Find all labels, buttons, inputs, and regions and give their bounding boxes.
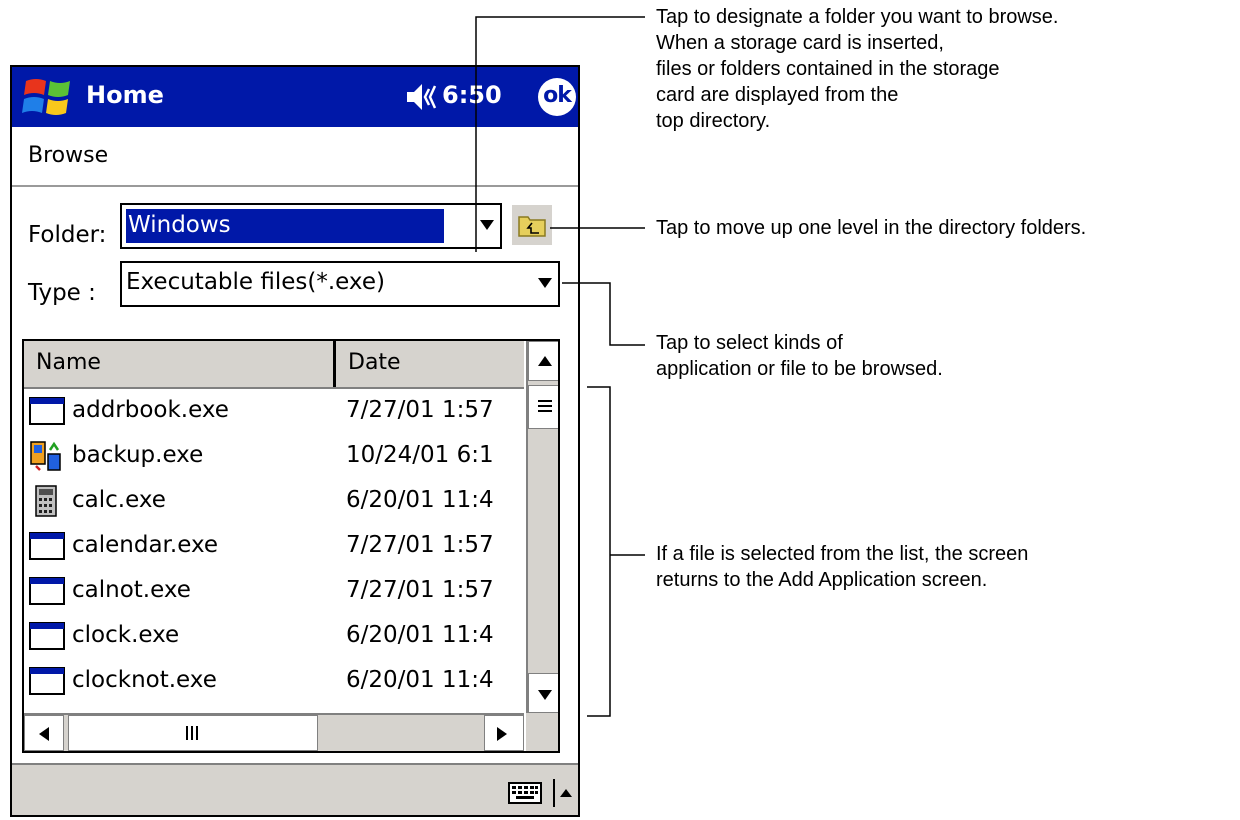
up-folder-button[interactable] [512, 205, 552, 245]
callout-folder: Tap to designate a folder you want to br… [656, 4, 1058, 134]
callout-up-folder: Tap to move up one level in the director… [656, 215, 1086, 241]
scroll-left-button[interactable] [24, 715, 64, 751]
file-name: addrbook.exe [72, 397, 229, 423]
file-name: calnot.exe [72, 577, 191, 603]
ok-button[interactable]: ok [538, 78, 576, 116]
file-name: clock.exe [72, 622, 180, 648]
list-item[interactable]: clock.exe 6/20/01 11:4 [24, 614, 524, 659]
horizontal-scroll-thumb[interactable] [68, 715, 318, 751]
callout-list: If a file is selected from the list, the… [656, 541, 1028, 593]
file-date: 7/27/01 1:57 [346, 532, 494, 558]
grip-line [196, 726, 198, 740]
page-title: Browse [28, 143, 109, 168]
chevron-down-icon[interactable] [480, 220, 494, 230]
horizontal-scrollbar[interactable] [24, 713, 524, 751]
speaker-icon[interactable] [405, 80, 443, 114]
arrow-right-icon [497, 727, 507, 741]
grip-line [538, 400, 552, 402]
callout-line: Tap to move up one level in the director… [656, 217, 1087, 239]
list-item[interactable]: calendar.exe 7/27/01 1:57 [24, 524, 524, 569]
list-item[interactable]: calnot.exe 7/27/01 1:57 [24, 569, 524, 614]
folder-value: Windows [126, 209, 444, 243]
title-bar: Home 6:50 ok [12, 67, 578, 127]
command-bar [12, 763, 578, 815]
window-icon [29, 667, 65, 695]
callout-line: When a storage card is inserted, [656, 32, 944, 54]
vertical-scrollbar[interactable] [526, 341, 558, 713]
callout-line: If a file is selected from the list, the… [656, 543, 1029, 565]
callout-line: Tap to designate a folder you want to br… [656, 6, 1059, 28]
grip-line [186, 726, 188, 740]
pocketpc-screen: Home 6:50 ok Browse Folder: Windows Type… [10, 65, 580, 817]
grip-line [538, 410, 552, 412]
vertical-scroll-thumb[interactable] [528, 385, 558, 429]
column-header-date[interactable]: Date [338, 341, 524, 387]
window-icon [29, 397, 65, 425]
folder-dropdown[interactable]: Windows [120, 203, 502, 249]
list-header: Name Date [24, 341, 524, 389]
arrow-down-icon [538, 690, 552, 700]
callout-line: files or folders contained in the storag… [656, 58, 1000, 80]
callout-line: Tap to select kinds of [656, 332, 843, 354]
list-item[interactable]: addrbook.exe 7/27/01 1:57 [24, 389, 524, 434]
callout-line: application or file to be browsed. [656, 358, 943, 380]
window-icon [29, 622, 65, 650]
file-date: 6/20/01 11:4 [346, 622, 494, 648]
file-date: 10/24/01 6:1 [346, 442, 494, 468]
file-name: calc.exe [72, 487, 166, 513]
arrow-up-icon [538, 356, 552, 366]
folder-label: Folder: [28, 222, 107, 248]
arrow-left-icon [39, 727, 49, 741]
file-name: calendar.exe [72, 532, 219, 558]
list-item[interactable]: calc.exe 6/20/01 11:4 [24, 479, 524, 524]
callout-line: returns to the Add Application screen. [656, 569, 988, 591]
type-label: Type : [28, 280, 96, 306]
clock-time[interactable]: 6:50 [442, 81, 502, 109]
callout-line: card are displayed from the [656, 84, 899, 106]
subtitle-bar: Browse [12, 127, 578, 187]
grip-line [191, 726, 193, 740]
list-rows: addrbook.exe 7/27/01 1:57 backup.exe 10/… [24, 389, 524, 704]
list-item[interactable]: backup.exe 10/24/01 6:1 [24, 434, 524, 479]
grip-line [538, 405, 552, 407]
file-list: Name Date addrbook.exe 7/27/01 1:57 back… [22, 339, 560, 753]
callout-line: top directory. [656, 110, 771, 132]
list-item[interactable]: clocknot.exe 6/20/01 11:4 [24, 659, 524, 704]
input-panel-arrow-icon[interactable] [552, 779, 576, 807]
scroll-down-button[interactable] [528, 673, 558, 713]
scrollbar-corner [526, 713, 558, 751]
file-date: 7/27/01 1:57 [346, 577, 494, 603]
type-dropdown[interactable]: Executable files(*.exe) [120, 261, 560, 307]
scroll-up-button[interactable] [528, 341, 558, 381]
keyboard-icon[interactable] [508, 779, 542, 807]
calculator-icon [35, 485, 57, 517]
file-date: 7/27/01 1:57 [346, 397, 494, 423]
type-value: Executable files(*.exe) [126, 269, 385, 295]
file-date: 6/20/01 11:4 [346, 667, 494, 693]
file-name: backup.exe [72, 442, 204, 468]
file-name: clocknot.exe [72, 667, 217, 693]
column-header-name[interactable]: Name [24, 341, 336, 387]
window-icon [29, 532, 65, 560]
window-icon [29, 577, 65, 605]
callout-type: Tap to select kinds of application or fi… [656, 330, 943, 382]
windows-start-icon[interactable] [20, 75, 76, 119]
scroll-right-button[interactable] [484, 715, 524, 751]
app-title: Home [86, 81, 164, 109]
file-date: 6/20/01 11:4 [346, 487, 494, 513]
chevron-down-icon[interactable] [538, 278, 552, 288]
backup-icon [30, 441, 61, 471]
